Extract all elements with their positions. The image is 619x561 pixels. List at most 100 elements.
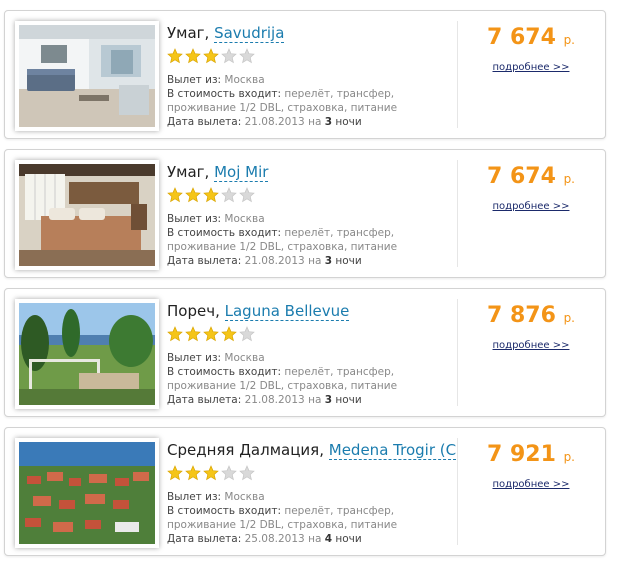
- hotel-photo[interactable]: [15, 21, 159, 131]
- includes-line-2: проживание 1/2 DBL, страховка, питание: [167, 241, 398, 253]
- star-filled-icon: [167, 187, 183, 203]
- nights-word: ночи: [335, 255, 362, 267]
- currency: р.: [563, 450, 575, 464]
- offer-info: Пореч, Laguna Bellevue Вылет из: Москва В …: [167, 300, 457, 407]
- departure-city: Москва: [224, 491, 265, 503]
- star-empty-icon: [239, 187, 255, 203]
- departure-date: 21.08.2013: [244, 116, 305, 128]
- star-filled-icon: [167, 326, 183, 342]
- price-value: 7 674: [487, 25, 556, 50]
- price-box: 7 921 р. подробнее >>: [459, 440, 603, 492]
- departure-label: Вылет из:: [167, 74, 222, 86]
- hotel-name-link[interactable]: Medena Trogir (C: [328, 441, 457, 460]
- nights-count: 3: [324, 255, 333, 267]
- includes-label: В стоимость входит:: [167, 227, 282, 239]
- nights-on: на: [308, 394, 322, 406]
- resort-name: Умаг,: [167, 24, 210, 42]
- star-filled-icon: [167, 48, 183, 64]
- currency: р.: [563, 311, 575, 325]
- star-empty-icon: [239, 465, 255, 481]
- details-link[interactable]: подробнее >>: [493, 339, 570, 353]
- offer-info: Умаг, Savudrija Вылет из: Москва В стоимос…: [167, 22, 457, 129]
- price-box: 7 674 р. подробнее >>: [459, 23, 603, 75]
- nights-word: ночи: [335, 394, 362, 406]
- hotel-photo[interactable]: [15, 160, 159, 270]
- star-filled-icon: [167, 465, 183, 481]
- star-filled-icon: [221, 326, 237, 342]
- star-rating: [167, 48, 457, 66]
- star-rating: [167, 326, 457, 344]
- date-label: Дата вылета:: [167, 394, 242, 406]
- hotel-name-link[interactable]: Moj Mir: [214, 163, 269, 182]
- tour-offers-list: Умаг, Savudrija Вылет из: Москва В стоимос…: [0, 0, 619, 561]
- price: 7 674 р.: [459, 162, 603, 194]
- offer-info: Умаг, Moj Mir Вылет из: Москва В стоимость…: [167, 161, 457, 268]
- offer-title: Средняя Далмация, Medena Trogir (C: [167, 439, 457, 461]
- includes-label: В стоимость входит:: [167, 505, 282, 517]
- includes-label: В стоимость входит:: [167, 88, 282, 100]
- star-filled-icon: [203, 187, 219, 203]
- star-empty-icon: [221, 187, 237, 203]
- offer-card: Умаг, Moj Mir Вылет из: Москва В стоимость…: [4, 149, 606, 278]
- departure-date: 21.08.2013: [244, 255, 305, 267]
- details-link[interactable]: подробнее >>: [493, 200, 570, 214]
- star-rating: [167, 465, 457, 483]
- departure-date: 21.08.2013: [244, 394, 305, 406]
- offer-title: Умаг, Moj Mir: [167, 161, 457, 183]
- resort-name: Умаг,: [167, 163, 210, 181]
- includes-line-1: перелёт, трансфер,: [284, 227, 395, 239]
- hotel-name-link[interactable]: Savudrija: [214, 24, 285, 43]
- star-filled-icon: [185, 187, 201, 203]
- departure-city: Москва: [224, 352, 265, 364]
- price-box: 7 674 р. подробнее >>: [459, 162, 603, 214]
- offer-title: Пореч, Laguna Bellevue: [167, 300, 457, 322]
- includes-line-1: перелёт, трансфер,: [284, 366, 395, 378]
- nights-count: 3: [324, 116, 333, 128]
- includes-line-2: проживание 1/2 DBL, страховка, питание: [167, 380, 398, 392]
- nights-on: на: [308, 116, 322, 128]
- departure-date: 25.08.2013: [244, 533, 305, 545]
- divider: [457, 160, 458, 267]
- star-filled-icon: [203, 48, 219, 64]
- offer-details: Вылет из: Москва В стоимость входит: пере…: [167, 73, 457, 129]
- price-value: 7 921: [487, 442, 556, 467]
- includes-line-1: перелёт, трансфер,: [284, 88, 395, 100]
- star-empty-icon: [221, 465, 237, 481]
- details-link[interactable]: подробнее >>: [493, 61, 570, 75]
- offer-card: Умаг, Savudrija Вылет из: Москва В стоимос…: [4, 10, 606, 139]
- star-filled-icon: [185, 326, 201, 342]
- price: 7 876 р.: [459, 301, 603, 333]
- offer-card: Средняя Далмация, Medena Trogir (C Вылет …: [4, 427, 606, 556]
- offer-info: Средняя Далмация, Medena Trogir (C Вылет …: [167, 439, 457, 546]
- nights-count: 3: [324, 394, 333, 406]
- star-rating: [167, 187, 457, 205]
- nights-word: ночи: [335, 533, 362, 545]
- star-filled-icon: [203, 465, 219, 481]
- date-label: Дата вылета:: [167, 533, 242, 545]
- nights-on: на: [308, 255, 322, 267]
- offer-details: Вылет из: Москва В стоимость входит: пере…: [167, 212, 457, 268]
- includes-label: В стоимость входит:: [167, 366, 282, 378]
- includes-line-2: проживание 1/2 DBL, страховка, питание: [167, 102, 398, 114]
- star-filled-icon: [203, 326, 219, 342]
- price: 7 674 р.: [459, 23, 603, 55]
- star-filled-icon: [185, 48, 201, 64]
- nights-count: 4: [324, 533, 333, 545]
- offer-details: Вылет из: Москва В стоимость входит: пере…: [167, 490, 457, 546]
- departure-label: Вылет из:: [167, 352, 222, 364]
- star-empty-icon: [239, 48, 255, 64]
- star-filled-icon: [185, 465, 201, 481]
- price-value: 7 674: [487, 164, 556, 189]
- departure-label: Вылет из:: [167, 213, 222, 225]
- price-box: 7 876 р. подробнее >>: [459, 301, 603, 353]
- hotel-photo[interactable]: [15, 438, 159, 548]
- hotel-name-link[interactable]: Laguna Bellevue: [224, 302, 350, 321]
- offer-title: Умаг, Savudrija: [167, 22, 457, 44]
- nights-word: ночи: [335, 116, 362, 128]
- currency: р.: [563, 172, 575, 186]
- divider: [457, 438, 458, 545]
- departure-label: Вылет из:: [167, 491, 222, 503]
- price: 7 921 р.: [459, 440, 603, 472]
- hotel-photo[interactable]: [15, 299, 159, 409]
- details-link[interactable]: подробнее >>: [493, 478, 570, 492]
